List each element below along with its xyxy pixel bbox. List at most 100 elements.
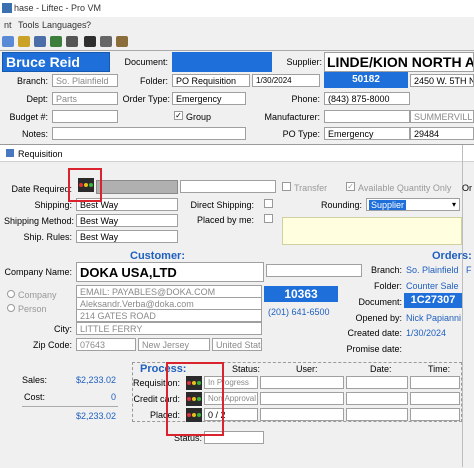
placed-by-me-label: Placed by me: [196, 215, 254, 225]
address-field[interactable]: 214 GATES ROAD [76, 309, 262, 322]
state-field[interactable]: New Jersey [138, 338, 210, 351]
document-label: Document: [124, 57, 168, 67]
rounding-select[interactable]: Supplier ▾ [366, 198, 460, 211]
po-zip-field[interactable]: 29484 [410, 127, 474, 140]
divider [0, 50, 474, 51]
company-extra-field[interactable] [266, 264, 362, 277]
order-label-cut: Or [462, 183, 472, 193]
panel-right-edge [462, 145, 463, 467]
direct-shipping-label: Direct Shipping: [190, 200, 254, 210]
folder-label: Folder: [139, 76, 168, 86]
requisition-titlebar [0, 145, 474, 162]
print-icon[interactable] [66, 36, 78, 47]
cost-value: 0 [110, 392, 116, 402]
zip-code-field[interactable]: 07643 [76, 338, 136, 351]
dept-label: Dept: [26, 94, 48, 104]
totals-divider [22, 406, 118, 407]
supplier-name: LINDE/KION NORTH A [327, 54, 474, 70]
notes-yellow-box[interactable] [282, 217, 462, 245]
person-radio-label: Person [18, 304, 47, 314]
customer-name: Bruce Reid [6, 54, 80, 70]
orders-document-label: Document: [358, 297, 402, 307]
process-row-user-requisition [260, 376, 344, 389]
chevron-down-icon: ▾ [451, 200, 456, 209]
process-row-date-requisition [346, 376, 408, 389]
paste-icon[interactable] [116, 36, 128, 47]
open-folder-icon[interactable] [18, 36, 30, 47]
manufacturer-field[interactable] [324, 110, 410, 123]
order-type-field[interactable]: Emergency [172, 92, 246, 105]
placed-by-me-checkbox[interactable] [264, 214, 273, 223]
ship-rules-field[interactable]: Best Way [76, 230, 178, 243]
orders-branch-label: Branch: [370, 265, 402, 275]
save-icon[interactable] [34, 36, 46, 47]
date-required-extra-field[interactable] [180, 180, 276, 193]
rounding-value: Supplier [369, 200, 407, 210]
manufacturer-label: Manufacturer: [264, 112, 320, 122]
company-radio[interactable] [7, 290, 15, 298]
manufacturer-city-field[interactable]: SUMMERVILLE [410, 110, 474, 123]
phone-label: Phone: [291, 94, 320, 104]
opened-by-value: Nick Papianni [406, 313, 462, 323]
orders-folder-value: Counter Sale [406, 281, 459, 291]
budget-field[interactable] [52, 110, 118, 123]
scissors-icon[interactable] [84, 36, 96, 47]
menu-item-tools[interactable]: Tools [18, 20, 39, 30]
supplier-address-field[interactable]: 2450 W. 5TH N [410, 74, 474, 87]
company-name-field[interactable]: DOKA USA,LTD [76, 262, 264, 282]
menu-item-languages[interactable]: Languages [42, 20, 87, 30]
direct-shipping-checkbox[interactable] [264, 199, 273, 208]
refresh-icon[interactable] [50, 36, 62, 47]
order-type-label: Order Type: [122, 94, 170, 104]
menu-item-document[interactable]: nt [4, 20, 12, 30]
city-label: City: [54, 324, 72, 334]
copy-icon[interactable] [100, 36, 112, 47]
dept-field[interactable]: Parts [52, 92, 118, 105]
sales-label: Sales: [22, 375, 48, 385]
process-col-status: Status: [232, 364, 261, 374]
process-row-time-requisition [410, 376, 460, 389]
po-type-field[interactable]: Emergency [324, 127, 410, 140]
process-col-user: User: [296, 364, 318, 374]
folder-field[interactable]: PO Requisition [172, 74, 250, 87]
available-qty-checkbox[interactable]: ✓ [346, 182, 355, 191]
person-radio[interactable] [7, 304, 15, 312]
title-bar: hase - Liftec - Pro VM [0, 0, 474, 17]
window-title: hase - Liftec - Pro VM [14, 3, 102, 13]
document-field[interactable] [172, 52, 272, 72]
ship-rules-label: Ship. Rules: [23, 232, 72, 242]
process-row-date-credit-card [346, 392, 408, 405]
city-field[interactable]: LITTLE FERRY [76, 322, 262, 335]
menu-bar: nt Tools Languages ? [0, 18, 474, 31]
supplier-field[interactable]: LINDE/KION NORTH A [324, 52, 474, 72]
created-date-label: Created date: [347, 328, 402, 338]
promise-date-label: Promise date: [346, 344, 402, 354]
date-required-field[interactable] [96, 180, 178, 194]
phone-field[interactable]: (843) 875-8000 [324, 92, 410, 105]
company-name-label: Company Name: [4, 267, 72, 277]
process-row-user-credit-card [260, 392, 344, 405]
created-date-value: 1/30/2024 [406, 328, 447, 338]
new-icon[interactable] [2, 36, 14, 47]
orders-branch-extra: F [466, 265, 472, 275]
shipping-method-field[interactable]: Best Way [76, 214, 178, 227]
branch-field[interactable]: So. Plainfield [52, 74, 118, 87]
transfer-label: Transfer [294, 183, 328, 193]
country-field[interactable]: United State [212, 338, 262, 351]
transfer-checkbox[interactable] [282, 182, 291, 191]
menu-item-help[interactable]: ? [86, 20, 91, 30]
orders-document-value: 1C27307 [404, 293, 462, 308]
group-checkbox[interactable]: ✓ [174, 111, 183, 120]
customer-phone: (201) 641-6500 [268, 307, 330, 317]
orders-branch-value: So. Plainfield [406, 265, 459, 275]
zip-code-label: Zip Code: [32, 340, 72, 350]
process-row-user-placed [260, 408, 344, 421]
supplier-label: Supplier: [286, 57, 322, 67]
customer-number: 10363 [264, 286, 338, 302]
shipping-label: Shipping: [34, 200, 72, 210]
cost-label: Cost: [24, 392, 46, 402]
folder-date-field[interactable]: 1/30/2024 [252, 74, 320, 87]
process-row-time-credit-card [410, 392, 460, 405]
notes-field[interactable] [52, 127, 246, 140]
requisition-window-icon [6, 149, 14, 157]
